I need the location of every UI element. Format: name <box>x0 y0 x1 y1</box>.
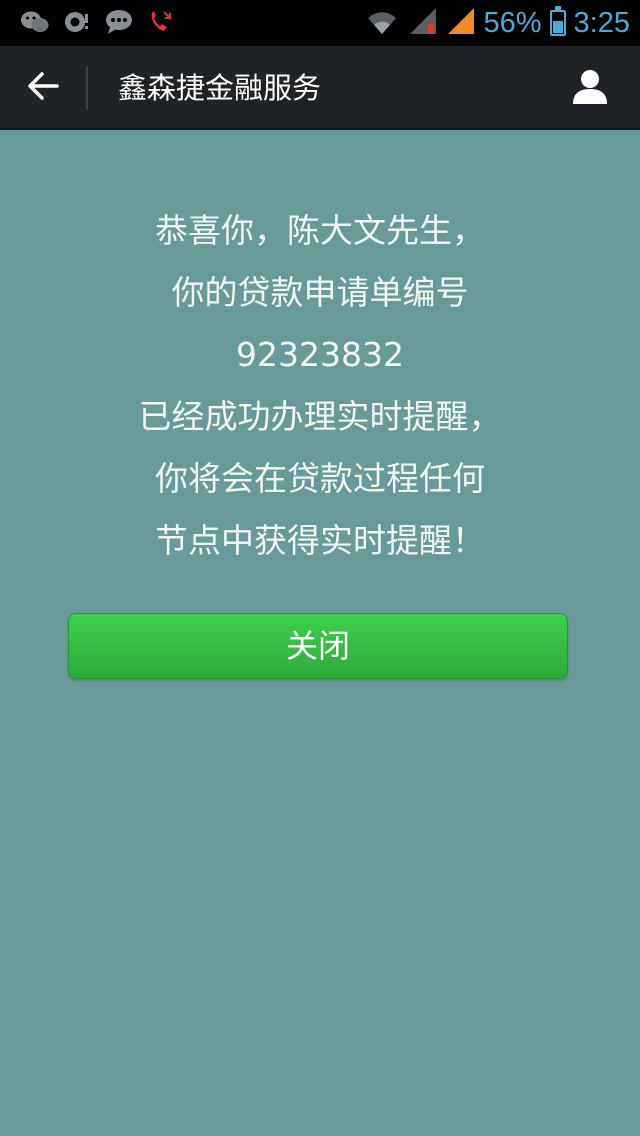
wifi-icon <box>364 6 400 40</box>
back-arrow-icon <box>26 71 60 105</box>
message-line-greeting: 恭喜你，陈大文先生， <box>155 211 485 250</box>
application-number: 92323832 <box>236 335 404 374</box>
clock: 3:25 <box>573 7 630 39</box>
page-title: 鑫森捷金融服务 <box>118 71 322 105</box>
system-status: 56% 3:25 <box>364 0 630 46</box>
message-line-application: 你的贷款申请单编号 <box>171 273 469 312</box>
signal-icon <box>408 6 438 40</box>
message-line-success: 已经成功办理实时提醒， <box>138 397 502 436</box>
camera-icon <box>62 9 92 39</box>
battery-percent: 56% <box>483 7 542 39</box>
back-button[interactable] <box>0 46 86 130</box>
battery-level-fill <box>552 20 563 33</box>
message-line-notify: 你将会在贷款过程任何 <box>155 459 485 498</box>
status-bar: 56% 3:25 <box>0 0 640 46</box>
close-button[interactable]: 关闭 <box>68 613 568 679</box>
title-divider <box>86 66 88 110</box>
title-bar: 鑫森捷金融服务 <box>0 46 640 130</box>
message-line-notify-end: 节点中获得实时提醒！ <box>155 521 485 560</box>
battery-icon <box>549 6 566 36</box>
wechat-icon <box>20 9 50 39</box>
signal-icon <box>446 6 476 40</box>
notification-icons <box>20 10 176 38</box>
profile-icon <box>570 66 610 110</box>
profile-button[interactable] <box>560 46 620 130</box>
message-block: 恭喜你，陈大文先生， 你的贷款申请单编号 92323832 已经成功办理实时提醒… <box>0 200 640 572</box>
missed-call-icon <box>146 9 176 39</box>
chat-bubble-icon <box>104 9 134 39</box>
